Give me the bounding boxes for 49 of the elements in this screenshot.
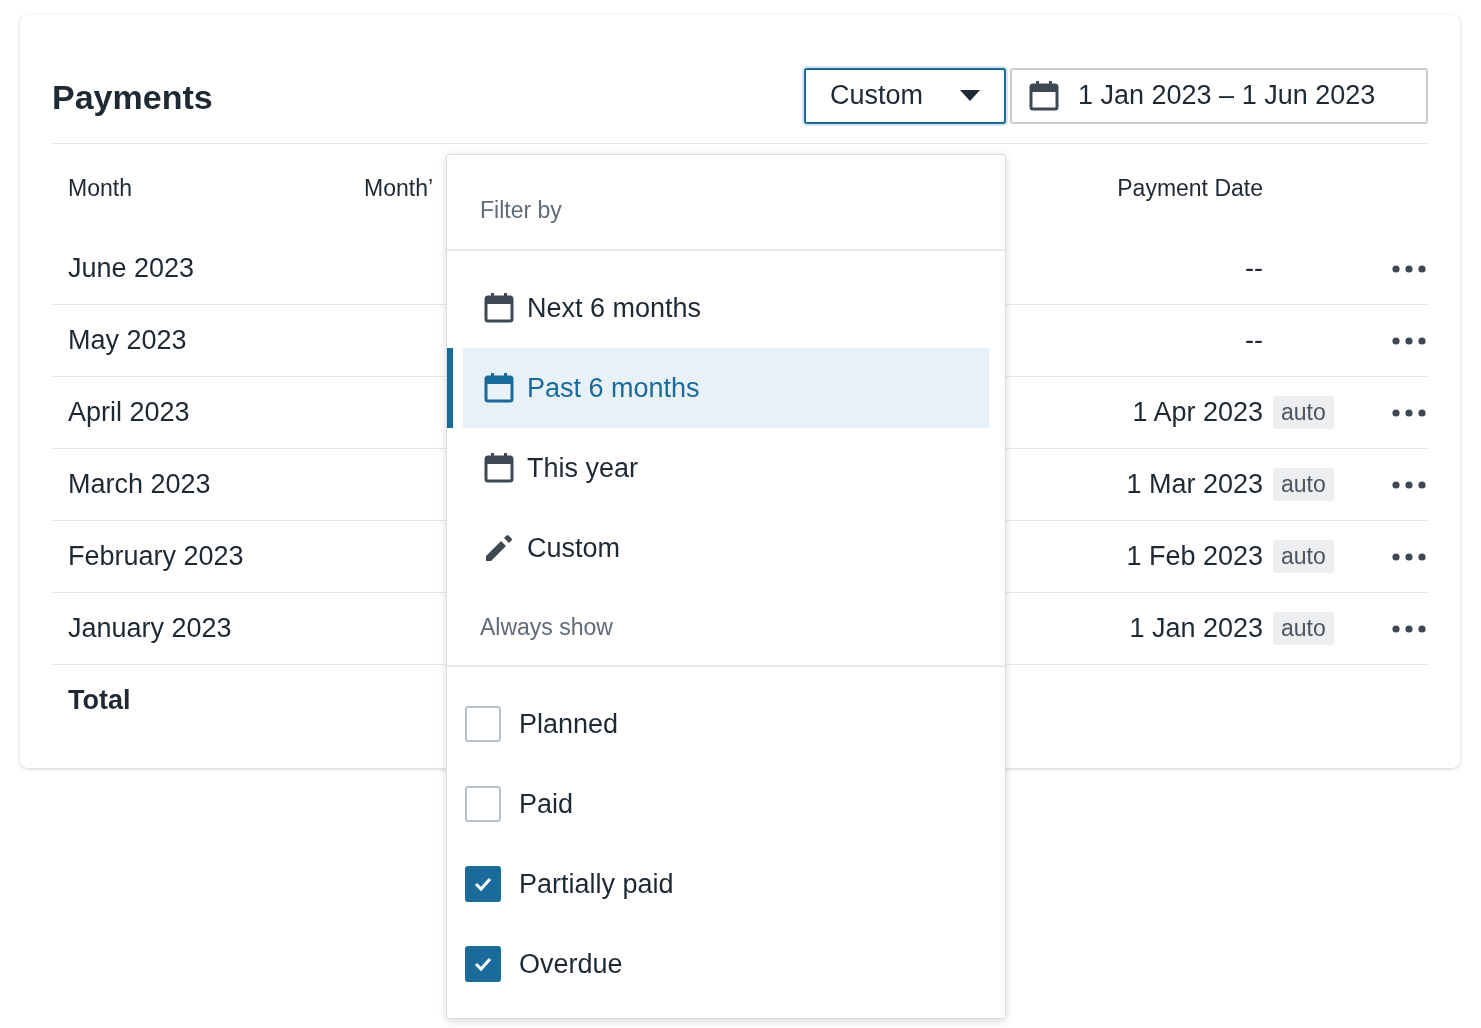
column-header: Payment Date xyxy=(1116,175,1263,202)
checkbox-label[interactable]: Planned xyxy=(519,708,619,740)
auto-tag: auto xyxy=(1273,540,1334,573)
auto-tag: auto xyxy=(1273,396,1334,429)
table-cell-text: June 2023 xyxy=(67,253,196,284)
more-options-icon[interactable] xyxy=(1392,336,1426,345)
menu-item[interactable]: Custom xyxy=(463,508,989,588)
caret-icon xyxy=(960,90,980,101)
table-cell-text: February 2023 xyxy=(67,541,245,572)
table-cell-text: 1 Mar 2023 xyxy=(1125,469,1263,500)
checkbox-label[interactable]: Overdue xyxy=(519,948,623,980)
page-title: Payments xyxy=(52,77,214,117)
table-cell-text: 1 Feb 2023 xyxy=(1125,541,1263,572)
menu-item[interactable]: This year xyxy=(463,428,989,508)
auto-tag: auto xyxy=(1273,612,1334,645)
menu-item[interactable]: Past 6 months xyxy=(463,348,989,428)
table-cell-text: -- xyxy=(1244,253,1263,284)
calendar-icon xyxy=(1028,79,1060,112)
period-dropdown[interactable]: Custom xyxy=(804,67,1006,124)
column-header: Month’ xyxy=(363,175,435,202)
checkbox[interactable] xyxy=(465,866,501,902)
table-cell-text: 1 Apr 2023 xyxy=(1131,397,1263,428)
checkbox[interactable] xyxy=(465,946,501,982)
table-cell-text: -- xyxy=(1244,325,1263,356)
table-cell-text: 1 Jan 2023 xyxy=(1128,613,1263,644)
pencil-icon xyxy=(483,532,515,564)
more-options-icon[interactable] xyxy=(1392,480,1426,489)
total-label: Total xyxy=(67,685,132,716)
table-cell-text: April 2023 xyxy=(67,397,191,428)
more-options-icon[interactable] xyxy=(1392,264,1426,273)
table-cell-text: May 2023 xyxy=(67,325,188,356)
more-options-icon[interactable] xyxy=(1392,624,1426,633)
checkbox[interactable] xyxy=(465,706,501,742)
checkbox-label[interactable]: Partially paid xyxy=(519,868,674,900)
more-options-icon[interactable] xyxy=(1392,408,1426,417)
column-header: Month xyxy=(67,175,133,202)
calendar-icon xyxy=(483,372,515,404)
table-cell-text: March 2023 xyxy=(67,469,212,500)
auto-tag: auto xyxy=(1273,468,1334,501)
table-cell-text: January 2023 xyxy=(67,613,233,644)
checkbox[interactable] xyxy=(465,786,501,822)
calendar-icon xyxy=(483,452,515,484)
section-heading: Filter by xyxy=(447,155,1005,251)
section-heading: Always show xyxy=(447,588,1005,667)
menu-item[interactable]: Next 6 months xyxy=(463,268,989,348)
checkbox-label[interactable]: Paid xyxy=(519,788,574,820)
calendar-icon xyxy=(483,292,515,324)
more-options-icon[interactable] xyxy=(1392,552,1426,561)
date-range-button[interactable]: 1 Jan 2023 – 1 Jun 2023 xyxy=(1010,67,1428,124)
